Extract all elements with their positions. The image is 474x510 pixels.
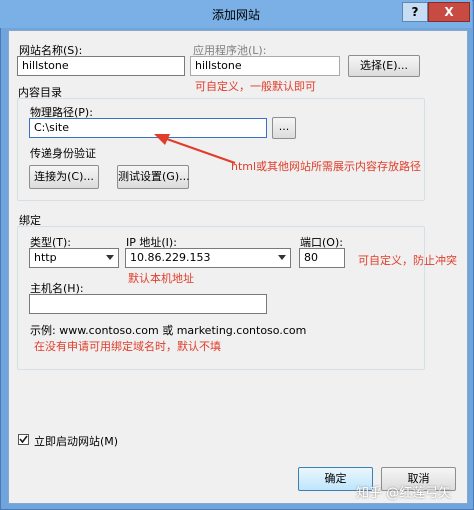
start-site-label: 立即启动网站(M)	[34, 435, 119, 448]
browse-path-button[interactable]: ...	[272, 117, 296, 139]
binding-type-select[interactable]: http	[29, 248, 119, 268]
binding-type-value: http	[34, 251, 57, 264]
pass-through-auth-label: 传递身份验证	[30, 147, 96, 160]
ip-address-value: 10.86.229.153	[130, 251, 211, 264]
watermark: 知乎 @红莲弓矢	[356, 486, 452, 501]
host-name-input[interactable]	[29, 294, 267, 314]
start-site-checkbox[interactable]	[18, 434, 29, 445]
red-arrow-icon	[154, 134, 236, 165]
app-pool-annotation: 可自定义，一般默认即可	[195, 80, 316, 93]
site-name-input[interactable]: hillstone	[17, 56, 185, 76]
help-button[interactable]: ?	[402, 2, 428, 22]
select-app-pool-button[interactable]: 选择(E)...	[348, 55, 420, 77]
physical-path-annotation: html或其他网站所需展示内容存放路径	[231, 160, 422, 173]
chevron-down-icon	[278, 255, 286, 260]
port-input[interactable]: 80	[299, 248, 345, 268]
host-name-annotation: 在没有申请可用绑定域名时，默认不填	[34, 340, 221, 353]
ip-annotation: 默认本机地址	[128, 272, 194, 285]
port-annotation: 可自定义，防止冲突	[358, 254, 457, 267]
connect-as-button[interactable]: 连接为(C)...	[29, 165, 99, 189]
checkmark-icon	[19, 435, 28, 444]
example-text: 示例: www.contoso.com 或 marketing.contoso.…	[30, 324, 307, 337]
chevron-down-icon	[106, 255, 114, 260]
app-pool-field: hillstone	[190, 56, 340, 76]
close-button[interactable]: X	[428, 2, 470, 22]
ip-address-select[interactable]: 10.86.229.153	[125, 248, 291, 268]
